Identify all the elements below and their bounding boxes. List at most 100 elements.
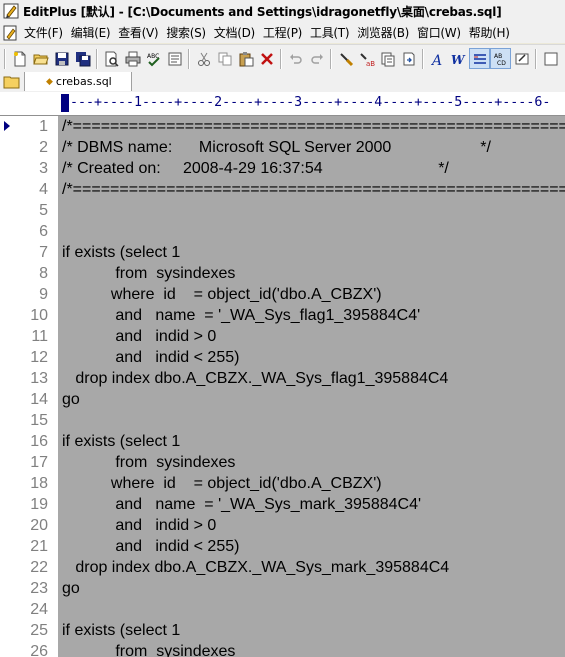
code-line[interactable]: 4 /*=====================================…: [0, 179, 565, 200]
code-line[interactable]: 22 drop index dbo.A_CBZX._WA_Sys_mark_39…: [0, 557, 565, 578]
line-number: 26: [30, 643, 48, 657]
menu-bar: 文件(F) 编辑(E) 查看(V) 搜索(S) 文档(D) 工程(P) 工具(T…: [0, 22, 565, 43]
code-line[interactable]: 1 /*=====================================…: [0, 116, 565, 137]
code-line[interactable]: 21 and indid < 255): [0, 536, 565, 557]
code-line[interactable]: 20 and indid > 0: [0, 515, 565, 536]
delete-icon[interactable]: [256, 48, 277, 69]
replace-icon[interactable]: aB: [356, 48, 377, 69]
line-number: 6: [39, 223, 48, 240]
code-line[interactable]: 26 from sysindexes: [0, 641, 565, 657]
code-line[interactable]: 12 and indid < 255): [0, 347, 565, 368]
cut-icon[interactable]: [193, 48, 214, 69]
document-menu-icon[interactable]: [2, 24, 20, 42]
line-text: go: [62, 580, 80, 597]
menu-help[interactable]: 帮助(H): [465, 24, 514, 41]
code-line[interactable]: 10 and name = '_WA_Sys_flag1_395884C4': [0, 305, 565, 326]
line-number-icon[interactable]: [469, 48, 490, 69]
code-line[interactable]: 11 and indid > 0: [0, 326, 565, 347]
menu-view[interactable]: 查看(V): [114, 24, 162, 41]
menu-window[interactable]: 窗口(W): [413, 24, 465, 41]
line-number: 7: [39, 244, 48, 261]
tab-crebas-sql[interactable]: ◆ crebas.sql: [24, 72, 132, 91]
open-folder-icon[interactable]: [30, 48, 51, 69]
toolbar-separator: [96, 48, 98, 69]
undo-icon[interactable]: [285, 48, 306, 69]
code-line[interactable]: 17 from sysindexes: [0, 452, 565, 473]
goto-icon[interactable]: [398, 48, 419, 69]
line-number: 18: [30, 475, 48, 492]
line-number: 1: [39, 118, 48, 135]
code-line[interactable]: 16 if exists (select 1: [0, 431, 565, 452]
find-icon[interactable]: [335, 48, 356, 69]
code-line[interactable]: 7 if exists (select 1: [0, 242, 565, 263]
toolbar-separator: [330, 48, 332, 69]
line-number: 16: [30, 433, 48, 450]
menu-search[interactable]: 搜索(S): [162, 24, 209, 41]
directory-folder-icon[interactable]: [2, 73, 22, 90]
code-line[interactable]: 18 where id = object_id('dbo.A_CBZX'): [0, 473, 565, 494]
new-file-icon[interactable]: [9, 48, 30, 69]
code-line[interactable]: 19 and name = '_WA_Sys_mark_395884C4': [0, 494, 565, 515]
line-number: 17: [30, 454, 48, 471]
menu-tools[interactable]: 工具(T): [306, 24, 353, 41]
line-text: go: [62, 391, 80, 408]
redo-icon[interactable]: [306, 48, 327, 69]
more-icon[interactable]: [540, 48, 561, 69]
editplus-app-icon[interactable]: [3, 3, 19, 19]
code-editor[interactable]: 1 /*=====================================…: [0, 116, 565, 657]
toolbar-separator: [280, 48, 282, 69]
line-number: 4: [39, 181, 48, 198]
line-text: from sysindexes: [62, 265, 236, 282]
code-line[interactable]: 6: [0, 221, 565, 242]
print-icon[interactable]: [122, 48, 143, 69]
code-line[interactable]: 5: [0, 200, 565, 221]
code-line[interactable]: 15: [0, 410, 565, 431]
settings-icon[interactable]: [511, 48, 532, 69]
line-number: 19: [30, 496, 48, 513]
paste-icon[interactable]: [235, 48, 256, 69]
line-text: /*======================================…: [62, 181, 565, 198]
code-line[interactable]: 13 drop index dbo.A_CBZX._WA_Sys_flag1_3…: [0, 368, 565, 389]
line-number: 14: [30, 391, 48, 408]
line-number: 5: [39, 202, 48, 219]
menu-project[interactable]: 工程(P): [259, 24, 306, 41]
code-line[interactable]: 24: [0, 599, 565, 620]
menu-edit[interactable]: 编辑(E): [67, 24, 114, 41]
svg-text:CD: CD: [497, 60, 506, 67]
code-line[interactable]: 8 from sysindexes: [0, 263, 565, 284]
code-line[interactable]: 14 go: [0, 389, 565, 410]
code-line[interactable]: 9 where id = object_id('dbo.A_CBZX'): [0, 284, 565, 305]
save-icon[interactable]: [51, 48, 72, 69]
code-line[interactable]: 2 /* DBMS name: Microsoft SQL Server 2000…: [0, 137, 565, 158]
line-number: 12: [30, 349, 48, 366]
line-text: and name = '_WA_Sys_mark_395884C4': [62, 496, 422, 513]
code-line[interactable]: 3 /* Created on: 2008-4-29 16:37:54 */: [0, 158, 565, 179]
line-text: /* Created on: 2008-4-29 16:37:54 */: [62, 160, 449, 177]
copy-icon[interactable]: [214, 48, 235, 69]
line-number: 3: [39, 160, 48, 177]
save-all-icon[interactable]: [72, 48, 93, 69]
file-modified-icon: ◆: [46, 76, 53, 87]
line-number: 22: [30, 559, 48, 576]
line-text: if exists (select 1: [62, 622, 181, 639]
line-text: from sysindexes: [62, 643, 236, 657]
menu-browser[interactable]: 浏览器(B): [353, 24, 413, 41]
page-icon[interactable]: [164, 48, 185, 69]
font-icon[interactable]: A: [427, 48, 448, 69]
line-number: 25: [30, 622, 48, 639]
clipboard-icon[interactable]: [377, 48, 398, 69]
print-preview-icon[interactable]: [101, 48, 122, 69]
menu-file[interactable]: 文件(F): [20, 24, 67, 41]
ruler-icon[interactable]: AB CD: [490, 48, 511, 69]
spell-check-icon[interactable]: ABC: [143, 48, 164, 69]
code-line[interactable]: 25 if exists (select 1: [0, 620, 565, 641]
line-text: if exists (select 1: [62, 244, 181, 261]
menu-document[interactable]: 文档(D): [210, 24, 259, 41]
line-number: 9: [39, 286, 48, 303]
toolbar: ABC aB A W AB CD: [0, 44, 565, 73]
line-number: 15: [30, 412, 48, 429]
word-wrap-icon[interactable]: W: [448, 48, 469, 69]
line-text: /* DBMS name: Microsoft SQL Server 2000 …: [62, 139, 491, 156]
code-line[interactable]: 23 go: [0, 578, 565, 599]
line-text: and indid > 0: [62, 328, 217, 345]
